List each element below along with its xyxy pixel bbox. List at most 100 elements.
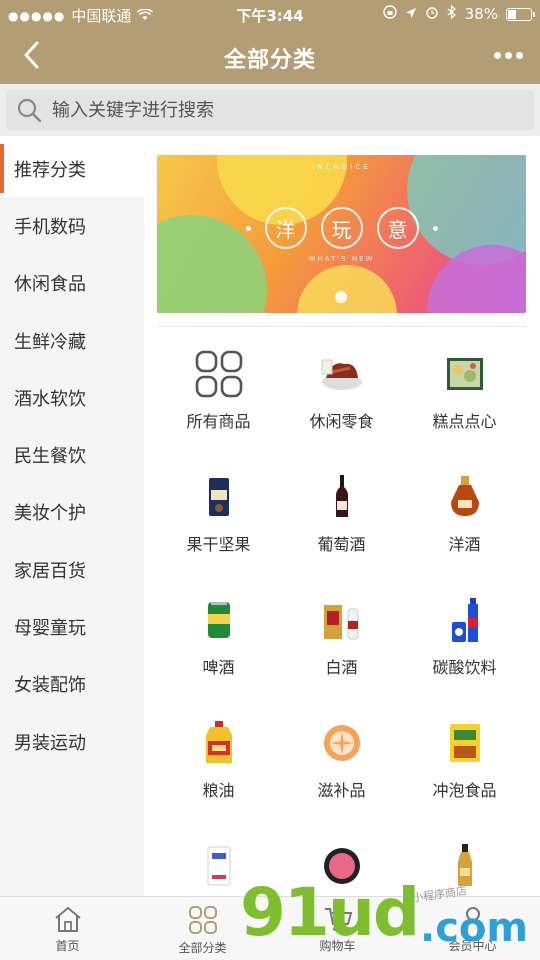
cart-icon — [324, 908, 352, 931]
tab-label: 购物车 — [319, 939, 356, 953]
banner-dot — [245, 225, 251, 231]
search-input[interactable] — [52, 99, 492, 121]
sidebar-item-label: 民生餐饮 — [14, 446, 86, 468]
category-label: 冲泡食品 — [432, 781, 497, 800]
tonic-image — [318, 719, 366, 767]
category-item-blush[interactable] — [280, 828, 403, 896]
category-item-mask[interactable] — [157, 828, 280, 896]
status-right: 38% — [382, 4, 535, 23]
tab-all-categories[interactable]: 全部分类 — [135, 897, 270, 960]
category-item-liquor[interactable]: 洋酒 — [403, 459, 526, 582]
category-label: 休闲零食 — [309, 412, 374, 431]
search-box[interactable] — [6, 90, 534, 130]
category-item-instant[interactable]: 冲泡食品 — [403, 705, 526, 828]
search-bar — [0, 84, 540, 136]
lock-rotation-icon — [382, 5, 397, 23]
sidebar-item-dining[interactable]: 民生餐饮 — [0, 426, 144, 483]
status-bar: ●●●●● 中国联通 下午3:44 38% — [0, 0, 540, 28]
sidebar-item-home[interactable]: 家居百货 — [0, 541, 144, 598]
sidebar-item-label: 生鲜冷藏 — [14, 331, 86, 353]
search-icon — [17, 98, 42, 123]
sidebar-item-fresh[interactable]: 生鲜冷藏 — [0, 312, 144, 369]
banner-dot — [432, 225, 438, 231]
banner-title: 洋 玩 意 — [157, 207, 526, 249]
sidebar-item-label: 家居百货 — [14, 560, 86, 582]
instant-food-image — [441, 719, 489, 767]
tab-label: 首页 — [55, 939, 80, 953]
more-dots-icon — [493, 51, 501, 59]
tab-label: 全部分类 — [178, 941, 227, 955]
banner-char: 意 — [376, 207, 419, 249]
home-icon — [54, 906, 81, 932]
sidebar-item-label: 手机数码 — [14, 216, 86, 238]
banner-char: 洋 — [264, 207, 307, 249]
wine-bottle-image — [318, 473, 366, 521]
category-item-beer[interactable]: 啤酒 — [157, 582, 280, 705]
battery-icon — [506, 7, 535, 21]
pastry-image — [441, 350, 489, 398]
tab-member-center[interactable]: 会员中心 — [405, 897, 540, 960]
category-item-pastry[interactable]: 糕点点心 — [403, 336, 526, 459]
sidebar-item-label: 休闲食品 — [14, 274, 86, 296]
sidebar-item-label: 酒水软饮 — [14, 388, 86, 410]
user-icon — [460, 907, 485, 933]
banner-logo-icon — [335, 291, 347, 303]
tab-home[interactable]: 首页 — [0, 897, 135, 960]
sidebar-item-women[interactable]: 女装配饰 — [0, 656, 144, 713]
perfume-image — [441, 842, 489, 890]
sidebar-item-snacks[interactable]: 休闲食品 — [0, 255, 144, 312]
page-title: 全部分类 — [223, 48, 316, 73]
category-item-wine[interactable]: 葡萄酒 — [280, 459, 403, 582]
sidebar-item-label: 女装配饰 — [14, 675, 86, 697]
promo-banner[interactable]: INCHOICE 洋 玩 意 WHAT'S NEW — [157, 155, 526, 313]
category-label: 粮油 — [202, 781, 235, 800]
sidebar-item-label: 推荐分类 — [14, 159, 86, 181]
sidebar-item-label: 男装运动 — [14, 732, 86, 754]
category-icon — [188, 906, 217, 934]
mask-image — [195, 842, 243, 890]
sidebar-item-men[interactable]: 男装运动 — [0, 713, 144, 770]
nuts-image — [195, 473, 243, 521]
category-label: 葡萄酒 — [317, 535, 366, 554]
category-item-baijiu[interactable]: 白酒 — [280, 582, 403, 705]
alarm-icon — [425, 5, 439, 23]
bluetooth-icon — [447, 4, 457, 23]
banner-shape — [297, 265, 397, 313]
banner-char: 玩 — [320, 207, 363, 249]
category-item-soda[interactable]: 碳酸饮料 — [403, 582, 526, 705]
category-grid: 所有商品 休闲零食 糕点点心 果干坚果 葡萄酒 洋酒 啤酒 白酒 碳酸饮料 粮油… — [157, 336, 526, 896]
location-icon — [405, 5, 417, 23]
tab-cart[interactable]: 购物车 — [270, 897, 405, 960]
category-label: 果干坚果 — [186, 535, 251, 554]
category-label: 滋补品 — [317, 781, 366, 800]
liquor-bottle-image — [441, 473, 489, 521]
category-label: 洋酒 — [448, 535, 481, 554]
tab-label: 会员中心 — [448, 939, 497, 953]
banner-top-text: INCHOICE — [312, 163, 371, 171]
baijiu-image — [318, 596, 366, 644]
blush-image — [318, 842, 366, 890]
category-label: 碳酸饮料 — [432, 658, 497, 677]
beer-can-image — [195, 596, 243, 644]
sidebar-item-drinks[interactable]: 酒水软饮 — [0, 369, 144, 426]
sidebar-item-beauty[interactable]: 美妆个护 — [0, 484, 144, 541]
category-label: 所有商品 — [186, 412, 251, 431]
sidebar-item-label: 美妆个护 — [14, 503, 86, 525]
category-item-perfume[interactable] — [403, 828, 526, 896]
category-item-nuts[interactable]: 果干坚果 — [157, 459, 280, 582]
category-item-grain-oil[interactable]: 粮油 — [157, 705, 280, 828]
category-label: 白酒 — [325, 658, 358, 677]
category-item-all[interactable]: 所有商品 — [157, 336, 280, 459]
category-item-tonic[interactable]: 滋补品 — [280, 705, 403, 828]
more-button[interactable] — [486, 38, 530, 72]
category-sidebar: 推荐分类 手机数码 休闲食品 生鲜冷藏 酒水软饮 民生餐饮 美妆个护 家居百货 … — [0, 140, 144, 896]
battery-fill — [508, 9, 516, 19]
sidebar-item-baby[interactable]: 母婴童玩 — [0, 598, 144, 655]
tab-bar: 首页 全部分类 购物车 会员中心 — [0, 896, 540, 960]
sidebar-item-digital[interactable]: 手机数码 — [0, 197, 144, 254]
category-content: INCHOICE 洋 玩 意 WHAT'S NEW 所有商品 休闲零食 糕点点心… — [144, 140, 540, 896]
grid-icon — [195, 350, 243, 398]
sidebar-item-recommended[interactable]: 推荐分类 — [0, 140, 144, 198]
battery-percent: 38% — [464, 5, 498, 23]
category-item-snacks[interactable]: 休闲零食 — [280, 336, 403, 459]
